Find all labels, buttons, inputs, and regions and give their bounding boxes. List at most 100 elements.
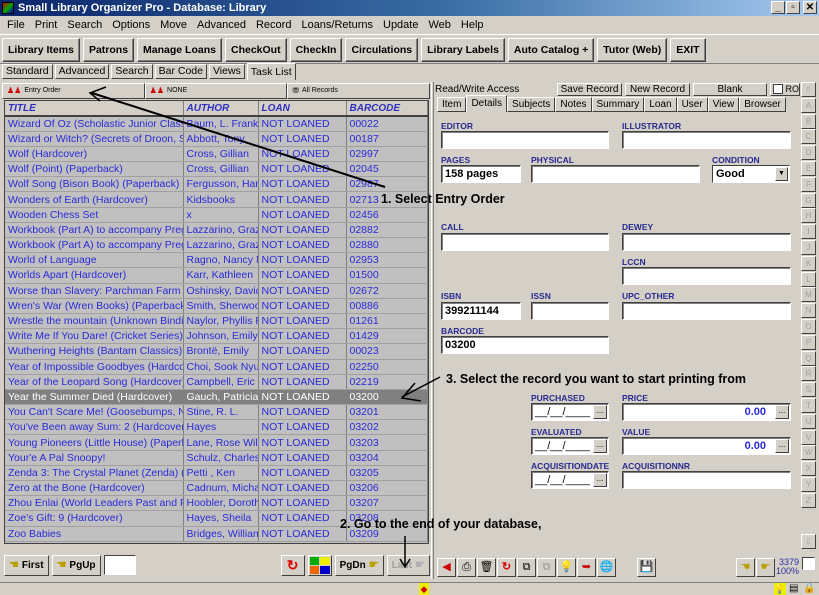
cell-title[interactable]: You've Been away Sum: 2 (Hardcover): [5, 419, 184, 436]
cell-title[interactable]: Write Me If You Dare! (Cricket Series): [5, 328, 184, 345]
purchased-picker-button[interactable]: ...: [593, 405, 607, 419]
cell-author[interactable]: Lane, Rose Wilder: [183, 434, 259, 451]
table-row[interactable]: You Can't Scare Me! (Goosebumps, No Stine…: [5, 404, 428, 421]
cell-title[interactable]: Zenda 3: The Crystal Planet (Zenda) (P: [5, 465, 184, 482]
library-labels-button[interactable]: Library Labels: [421, 38, 505, 62]
column-loan[interactable]: LOAN: [258, 101, 347, 117]
cell-loan[interactable]: NOT LOANED: [258, 374, 347, 390]
column-barcode[interactable]: BARCODE: [346, 101, 428, 117]
restore-button[interactable]: ▫: [786, 1, 800, 14]
cell-loan[interactable]: NOT LOANED: [258, 176, 347, 193]
table-row[interactable]: Wizard Of Oz (Scholastic Junior Classics…: [5, 116, 428, 132]
table-row[interactable]: Your'e A Pal Snoopy! Schulz, Charles NOT L…: [5, 450, 428, 466]
copy-record-icon[interactable]: ⧉: [517, 558, 536, 577]
acquisitiondate-picker-button[interactable]: ...: [593, 473, 607, 487]
cell-author[interactable]: Abbott, Tony: [183, 131, 259, 147]
table-row[interactable]: World of Language Ragno, Nancy N NOT LOANE…: [5, 252, 428, 269]
alpha-index-w[interactable]: W: [801, 445, 816, 461]
acquisitionnr-field[interactable]: [622, 471, 791, 489]
cell-author[interactable]: Campbell, Eric: [183, 374, 259, 390]
table-row[interactable]: Worlds Apart (Hardcover) Karr, Kathleen NO…: [5, 267, 428, 284]
cell-author[interactable]: x: [183, 207, 259, 223]
alpha-index-r[interactable]: R: [801, 366, 816, 382]
menu-options[interactable]: Options: [107, 19, 155, 31]
alpha-index-a[interactable]: A: [801, 97, 816, 113]
menu-print[interactable]: Print: [30, 19, 63, 31]
illustrator-field[interactable]: [622, 131, 791, 149]
cell-barcode[interactable]: 02672: [346, 283, 428, 299]
alpha-index-n[interactable]: N: [801, 303, 816, 319]
cell-barcode[interactable]: 02987: [346, 176, 428, 193]
cell-author[interactable]: Johnson, Emily: [183, 328, 259, 345]
cell-barcode[interactable]: 00022: [346, 116, 428, 132]
cell-barcode[interactable]: 03206: [346, 480, 428, 497]
table-row[interactable]: Wolf Song (Bison Book) (Paperback) Fergus…: [5, 176, 428, 193]
cell-author[interactable]: Choi, Sook Nyul: [183, 359, 259, 375]
cell-title[interactable]: Wizard Of Oz (Scholastic Junior Classics…: [5, 116, 184, 132]
alpha-index-d[interactable]: D: [801, 145, 816, 161]
cell-author[interactable]: Hoobler, Dorothy: [183, 495, 259, 512]
cell-loan[interactable]: NOT LOANED: [258, 465, 347, 482]
tab-summary[interactable]: Summary: [591, 97, 645, 112]
cell-loan[interactable]: NOT LOANED: [258, 480, 347, 497]
alpha-index-p[interactable]: P: [801, 334, 816, 350]
cell-title[interactable]: Wooden Chess Set: [5, 207, 184, 223]
tab-loan[interactable]: Loan: [644, 97, 677, 112]
value-field[interactable]: 0.00: [622, 437, 791, 455]
exit-button[interactable]: EXIT: [670, 38, 706, 62]
cell-title[interactable]: Zoo Babies: [5, 526, 184, 542]
cell-loan[interactable]: NOT LOANED: [258, 298, 347, 314]
table-row[interactable]: You've Been away Sum: 2 (Hardcover) Hayes…: [5, 419, 428, 436]
alpha-down-arrow-icon[interactable]: ⇩: [801, 533, 816, 549]
cell-loan[interactable]: NOT LOANED: [258, 283, 347, 299]
tab-user[interactable]: User: [676, 97, 708, 112]
first-button[interactable]: ☚ First: [4, 554, 49, 576]
barcode-field[interactable]: 03200: [441, 336, 609, 354]
cell-author[interactable]: Cross, Gillian: [183, 161, 259, 178]
tab-item[interactable]: Item: [437, 97, 467, 112]
table-row[interactable]: Zero at the Bone (Hardcover) Cadnum, Mich…: [5, 480, 428, 497]
cell-barcode[interactable]: 03203: [346, 434, 428, 451]
sort-order-selector[interactable]: ♟♟ Entry Order: [2, 83, 145, 99]
physical-field[interactable]: [531, 165, 700, 183]
cell-barcode[interactable]: 02997: [346, 146, 428, 163]
cell-author[interactable]: Cadnum, Michael: [183, 480, 259, 497]
cell-title[interactable]: Wuthering Heights (Bantam Classics): [5, 343, 184, 360]
cell-loan[interactable]: NOT LOANED: [258, 191, 347, 208]
menu-web[interactable]: Web: [423, 19, 455, 31]
tab-bar-code[interactable]: Bar Code: [154, 64, 207, 79]
cell-barcode[interactable]: 02250: [346, 359, 428, 375]
tab-advanced[interactable]: Advanced: [54, 64, 110, 79]
evaluated-picker-button[interactable]: ...: [593, 439, 607, 453]
tab-standard[interactable]: Standard: [2, 64, 53, 79]
alpha-index-j[interactable]: J: [801, 239, 816, 255]
cell-loan[interactable]: NOT LOANED: [258, 313, 347, 330]
condition-select[interactable]: Good ▼: [712, 165, 790, 183]
tab-views[interactable]: Views: [208, 64, 245, 79]
hand-left-icon[interactable]: ☚: [736, 558, 755, 577]
cell-author[interactable]: Naylor, Phyllis R: [183, 313, 259, 330]
cell-loan[interactable]: NOT LOANED: [258, 526, 347, 542]
cell-barcode[interactable]: 03202: [346, 419, 428, 436]
cell-barcode[interactable]: 03200: [346, 389, 428, 406]
goto-record-input[interactable]: [103, 555, 136, 575]
alpha-index-h[interactable]: H: [801, 208, 816, 224]
cell-loan[interactable]: NOT LOANED: [258, 207, 347, 223]
cell-barcode[interactable]: 00023: [346, 343, 428, 360]
cell-title[interactable]: Year of Impossible Goodbyes (Hardcover): [5, 359, 184, 375]
new-record-button[interactable]: New Record: [625, 82, 690, 96]
tab-notes[interactable]: Notes: [555, 97, 592, 112]
price-field[interactable]: 0.00: [622, 403, 791, 421]
cell-title[interactable]: Year the Summer Died (Hardcover): [5, 389, 184, 406]
cell-loan[interactable]: NOT LOANED: [258, 434, 347, 451]
table-row[interactable]: Wuthering Heights (Bantam Classics) Bront…: [5, 343, 428, 360]
cell-author[interactable]: Brontë, Emily: [183, 343, 259, 360]
cell-title[interactable]: Wonders of Earth (Hardcover): [5, 191, 184, 208]
cell-barcode[interactable]: 01429: [346, 328, 428, 345]
checkout-button[interactable]: CheckOut: [224, 38, 287, 62]
cell-author[interactable]: Lazzarino, Graziana: [183, 237, 259, 254]
table-row[interactable]: Zhou Enlai (World Leaders Past and Prese…: [5, 495, 428, 512]
table-row[interactable]: Year the Summer Died (Hardcover) Gauch, P…: [5, 389, 428, 406]
cell-title[interactable]: Workbook (Part A) to accompany Prego: [5, 237, 184, 254]
alpha-index-c[interactable]: C: [801, 129, 816, 145]
